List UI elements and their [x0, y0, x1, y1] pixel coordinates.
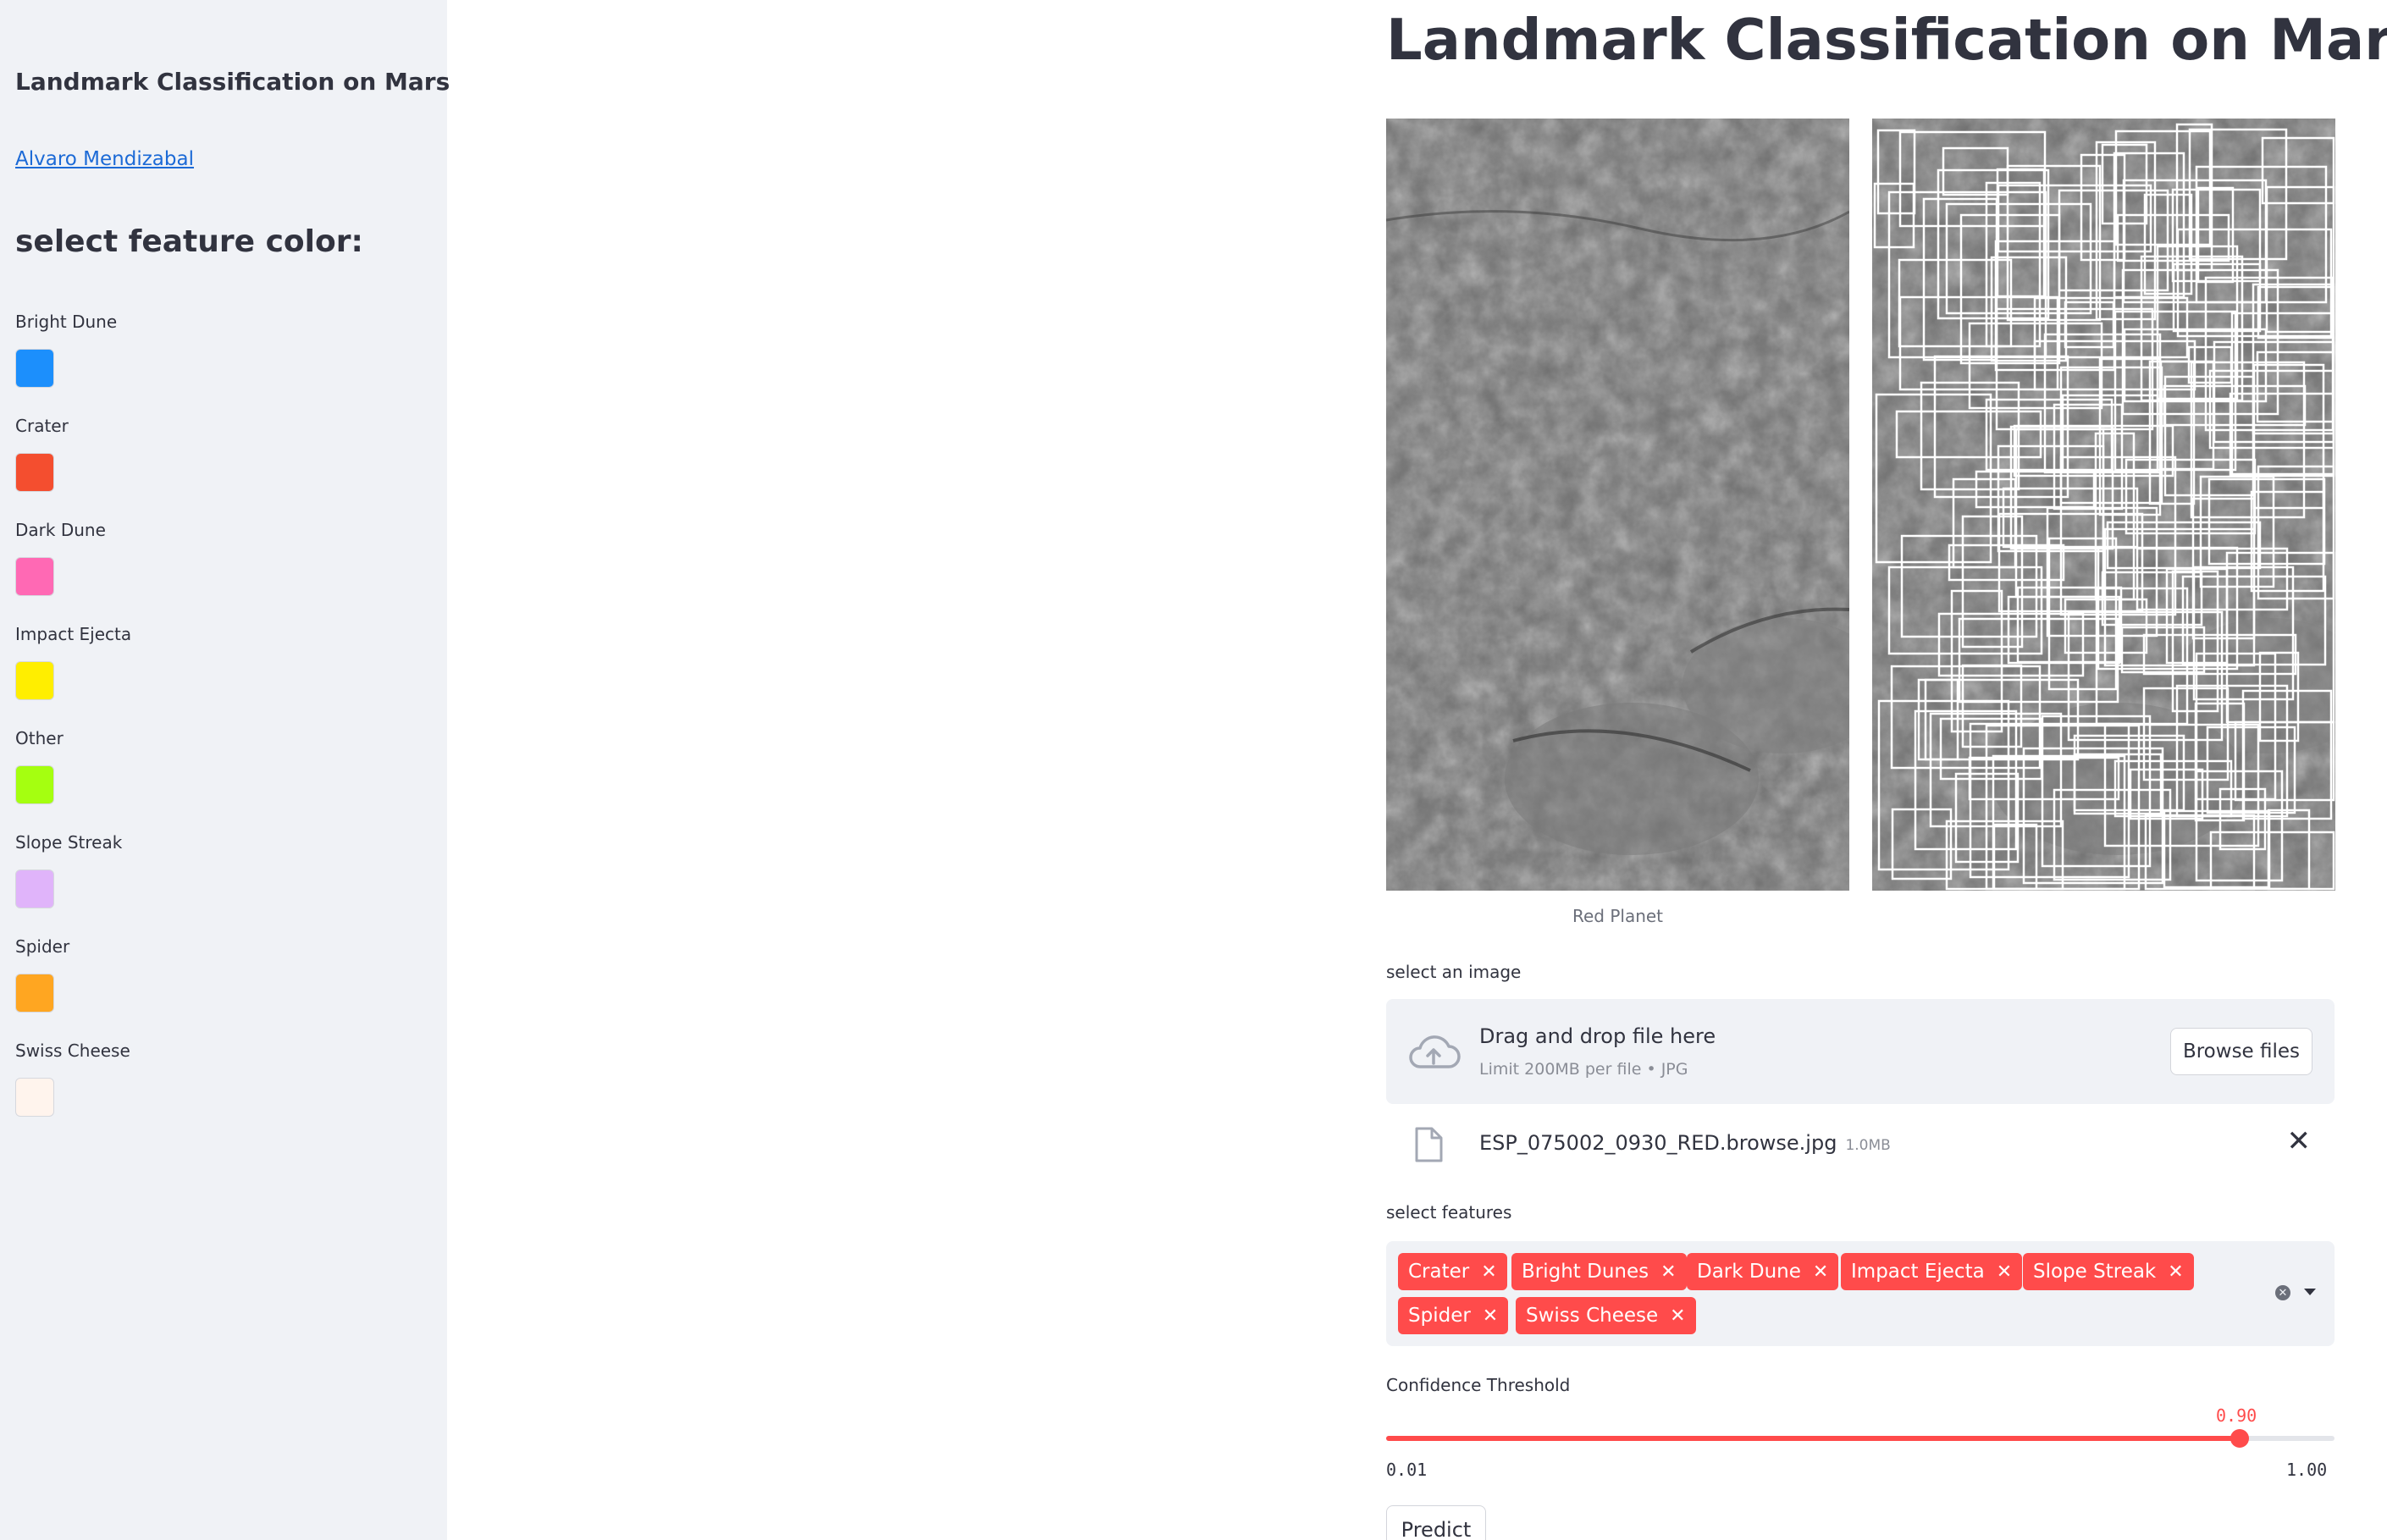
features-multiselect[interactable]: Crater ✕ Bright Dunes ✕ Dark Dune ✕ Impact …: [1386, 1241, 2335, 1346]
color-swatch[interactable]: [15, 765, 54, 804]
slider-label: Confidence Threshold: [1386, 1375, 1571, 1395]
sidebar: Landmark Classification on Mars Alvaro M…: [0, 0, 450, 1540]
file-name: ESP_075002_0930_RED.browse.jpg 1.0MB: [1479, 1131, 1891, 1155]
chip-remove-icon[interactable]: ✕: [1660, 1261, 1676, 1283]
predict-button[interactable]: Predict: [1386, 1505, 1486, 1540]
mars-surface-image: [1386, 119, 1849, 891]
cloud-upload-icon: [1409, 1035, 1461, 1068]
color-swatch[interactable]: [15, 661, 54, 700]
color-label: Impact Ejecta: [15, 624, 132, 644]
color-label: Bright Dune: [15, 312, 118, 332]
color-swatch[interactable]: [15, 974, 54, 1013]
feature-chip[interactable]: Impact Ejecta ✕: [1841, 1253, 2023, 1290]
slider-min: 0.01: [1386, 1460, 1428, 1480]
feature-chip[interactable]: Bright Dunes ✕: [1511, 1253, 1687, 1290]
color-picker-impact-ejecta: Impact Ejecta: [15, 624, 269, 717]
color-swatch[interactable]: [15, 453, 54, 492]
chip-label: Slope Streak: [2033, 1261, 2157, 1283]
feature-chip[interactable]: Slope Streak ✕: [2023, 1253, 2194, 1290]
color-label: Crater: [15, 416, 69, 436]
feature-chip[interactable]: Spider ✕: [1398, 1297, 1509, 1334]
file-size: 1.0MB: [1845, 1137, 1891, 1154]
chip-remove-icon[interactable]: ✕: [1670, 1305, 1685, 1327]
confidence-slider[interactable]: [1386, 1429, 2335, 1448]
color-picker-crater: Crater: [15, 416, 269, 509]
page-title: Landmark Classification on Mars: [1386, 7, 2387, 73]
dropzone-limit: Limit 200MB per file • JPG: [1479, 1060, 1688, 1079]
color-label: Other: [15, 728, 64, 748]
feature-chip[interactable]: Crater ✕: [1398, 1253, 1507, 1290]
sidebar-title: Landmark Classification on Mars: [15, 68, 450, 96]
color-picker-dark-dune: Dark Dune: [15, 520, 269, 613]
color-picker-swiss-cheese: Swiss Cheese: [15, 1040, 269, 1134]
browse-files-button[interactable]: Browse files: [2170, 1028, 2312, 1075]
slider-thumb[interactable]: [2230, 1429, 2249, 1448]
color-swatch[interactable]: [15, 349, 54, 388]
chip-remove-icon[interactable]: ✕: [2168, 1261, 2183, 1283]
chip-remove-icon[interactable]: ✕: [1483, 1305, 1498, 1327]
file-dropzone[interactable]: Drag and drop file here Limit 200MB per …: [1386, 999, 2335, 1104]
uploader-label: select an image: [1386, 962, 1522, 982]
chip-remove-icon[interactable]: ✕: [1997, 1261, 2012, 1283]
clear-all-icon[interactable]: ✕: [2275, 1285, 2290, 1300]
remove-file-icon[interactable]: ✕: [2287, 1124, 2312, 1158]
image-caption: Red Planet: [1572, 906, 1664, 926]
features-label: select features: [1386, 1202, 1512, 1223]
prediction-image: [1872, 119, 2335, 891]
chevron-down-icon[interactable]: [2304, 1289, 2316, 1295]
file-name-text: ESP_075002_0930_RED.browse.jpg: [1479, 1131, 1837, 1155]
author-link[interactable]: Alvaro Mendizabal: [15, 148, 194, 170]
slider-value: 0.90: [2216, 1405, 2257, 1426]
color-picker-slope-streak: Slope Streak: [15, 832, 269, 925]
chip-label: Spider: [1408, 1305, 1471, 1327]
dropzone-instructions: Drag and drop file here: [1479, 1024, 1716, 1048]
feature-chip[interactable]: Dark Dune ✕: [1687, 1253, 1839, 1290]
color-swatch[interactable]: [15, 869, 54, 908]
chip-label: Bright Dunes: [1522, 1261, 1649, 1283]
color-picker-other: Other: [15, 728, 269, 821]
feature-chip[interactable]: Swiss Cheese ✕: [1516, 1297, 1696, 1334]
file-icon: [1415, 1127, 1443, 1162]
chip-label: Crater: [1408, 1261, 1470, 1283]
uploaded-file: ESP_075002_0930_RED.browse.jpg 1.0MB ✕: [1386, 1114, 2335, 1173]
slider-max: 1.00: [2286, 1460, 2328, 1480]
color-swatch[interactable]: [15, 1078, 54, 1117]
color-label: Spider: [15, 936, 70, 957]
chip-remove-icon[interactable]: ✕: [1481, 1261, 1496, 1283]
color-picker-spider: Spider: [15, 936, 269, 1029]
color-swatch[interactable]: [15, 557, 54, 596]
color-label: Swiss Cheese: [15, 1040, 130, 1061]
chip-label: Swiss Cheese: [1526, 1305, 1659, 1327]
chip-label: Dark Dune: [1697, 1261, 1801, 1283]
chip-remove-icon[interactable]: ✕: [1813, 1261, 1828, 1283]
color-label: Slope Streak: [15, 832, 123, 853]
chip-label: Impact Ejecta: [1851, 1261, 1985, 1283]
color-label: Dark Dune: [15, 520, 106, 540]
slider-fill: [1386, 1436, 2240, 1441]
color-picker-bright-dune: Bright Dune: [15, 312, 269, 405]
color-section-heading: select feature color:: [15, 224, 363, 259]
